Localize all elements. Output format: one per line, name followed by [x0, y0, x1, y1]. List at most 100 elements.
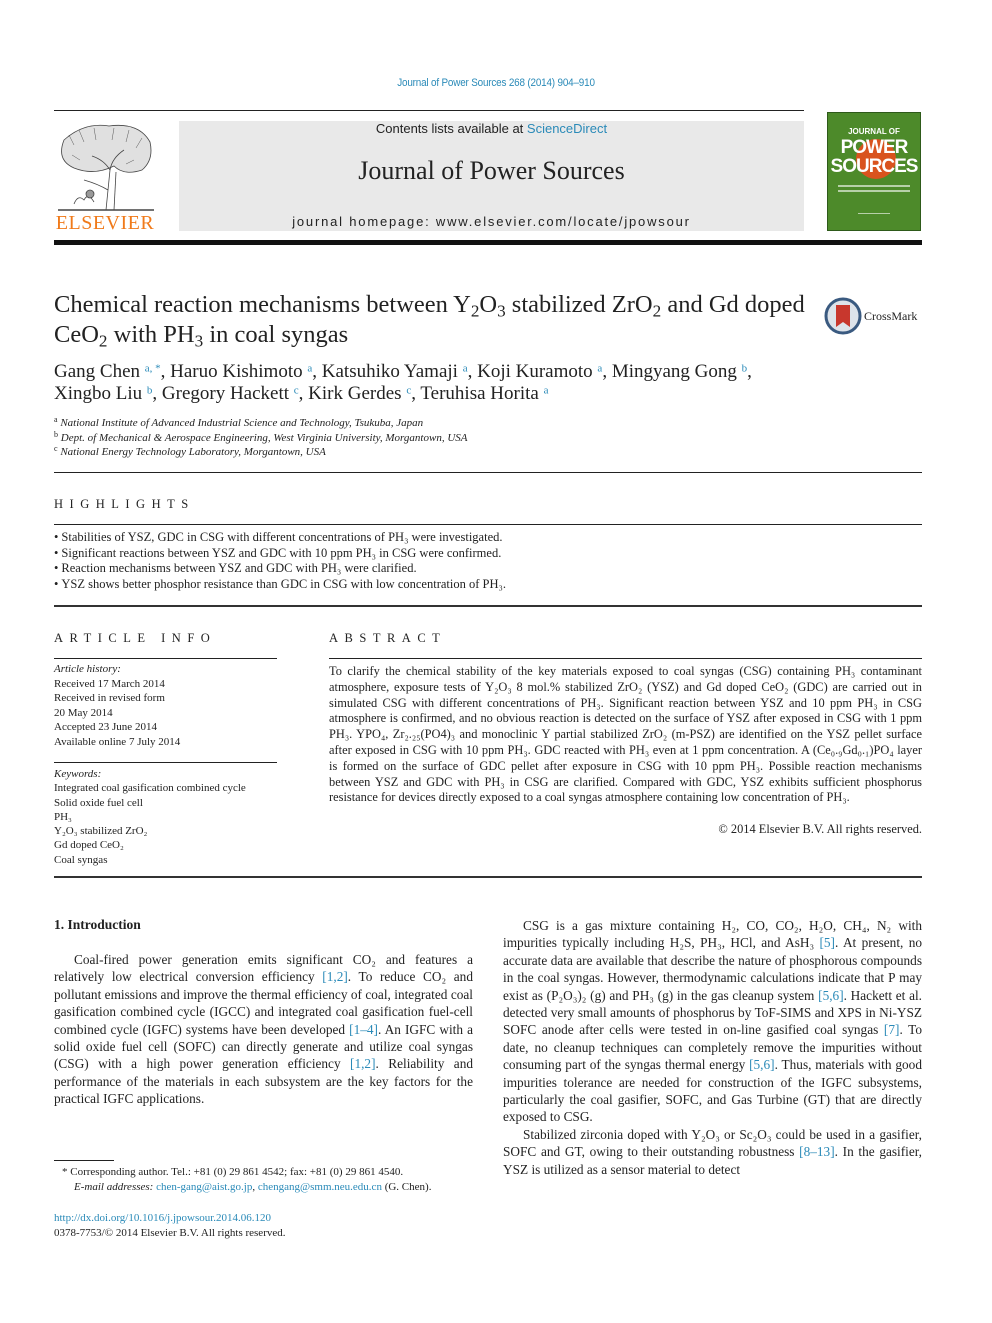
author-affiliation-marker[interactable]: a	[307, 363, 312, 375]
divider	[54, 524, 922, 525]
author-name[interactable]: Teruhisa Horita	[420, 383, 538, 404]
citation-link[interactable]: [5,6]	[749, 1057, 774, 1072]
citation-link[interactable]: [5]	[819, 935, 835, 950]
affiliation-text: National Institute of Advanced Industria…	[57, 417, 424, 429]
author[interactable]: Gang Chen a, *	[54, 361, 161, 382]
affiliation-text: National Energy Technology Laboratory, M…	[57, 446, 326, 458]
title-subscript: 2	[652, 301, 662, 321]
contents-prefix: Contents lists available at	[375, 121, 527, 136]
article-history: Article history: Received 17 March 2014 R…	[54, 662, 279, 749]
author[interactable]: Xingbo Liu b	[54, 383, 152, 404]
history-items: Received 17 March 2014 Received in revise…	[54, 677, 279, 750]
divider	[54, 762, 277, 763]
highlights-heading: HIGHLIGHTS	[54, 497, 195, 511]
author-name[interactable]: Xingbo Liu	[54, 383, 142, 404]
divider	[329, 658, 922, 659]
author-affiliation-marker[interactable]: a	[597, 363, 602, 375]
author-affiliation-marker[interactable]: a, *	[145, 363, 161, 375]
divider	[54, 658, 277, 659]
cover-title-line3: SOURCES	[830, 156, 919, 177]
title-text: Chemical reaction mechanisms between Y	[54, 291, 471, 318]
highlight-item: Reaction mechanisms between YSZ and GDC …	[54, 561, 922, 577]
keyword-item: Solid oxide fuel cell	[54, 796, 143, 809]
keyword-item: Integrated coal gasification combined cy…	[54, 782, 246, 795]
title-text: O	[479, 291, 498, 318]
journal-homepage[interactable]: journal homepage: www.elsevier.com/locat…	[179, 214, 804, 229]
author[interactable]: Katsuhiko Yamaji a	[322, 361, 468, 382]
keyword-items: Integrated coal gasification combined cy…	[54, 781, 279, 867]
citation-link[interactable]: [1,2]	[322, 969, 347, 984]
email-label: E-mail addresses:	[74, 1181, 157, 1193]
corresponding-author-footnote: * Corresponding author. Tel.: +81 (0) 29…	[54, 1165, 494, 1195]
title-subscript: 3	[194, 331, 204, 351]
author-name[interactable]: Katsuhiko Yamaji	[322, 361, 458, 382]
author[interactable]: Mingyang Gong b	[612, 361, 747, 382]
doi-link[interactable]: http://dx.doi.org/10.1016/j.jpowsour.201…	[54, 1211, 494, 1226]
author-name[interactable]: Gang Chen	[54, 361, 140, 382]
affiliation: b Dept. of Mechanical & Aerospace Engine…	[54, 430, 814, 446]
cover-text-line	[838, 190, 910, 192]
footnote-rule	[54, 1160, 114, 1161]
article-info-heading: ARTICLE INFO	[54, 631, 217, 645]
cover-title-line2: POWER	[840, 137, 909, 158]
header-rule	[54, 110, 804, 111]
paragraph: Stabilized zirconia doped with Y₂O₃ or S…	[503, 1126, 922, 1178]
keywords-label: Keywords:	[54, 768, 102, 780]
author-affiliation-marker[interactable]: b	[742, 363, 748, 375]
author-affiliation-marker[interactable]: b	[147, 385, 153, 397]
email-line: E-mail addresses: chen-gang@aist.go.jp, …	[74, 1181, 432, 1193]
affiliation: a National Institute of Advanced Industr…	[54, 416, 814, 431]
cover-text-line	[858, 213, 890, 214]
divider	[54, 605, 922, 607]
journal-cover-image: JOURNAL OF POWER SOURCES	[827, 112, 921, 231]
citation-link[interactable]: [1–4]	[349, 1022, 378, 1037]
highlight-item: Significant reactions between YSZ and GD…	[54, 546, 922, 562]
keyword-item: Gd doped CeO₂	[54, 839, 124, 852]
citation-link[interactable]: [5,6]	[818, 988, 843, 1003]
author-name[interactable]: Mingyang Gong	[612, 361, 737, 382]
keyword-item: Y₂O₃ stabilized ZrO₂	[54, 825, 148, 838]
citation-link[interactable]: [7]	[884, 1022, 900, 1037]
highlight-item: YSZ shows better phosphor resistance tha…	[54, 577, 922, 593]
author-list: Gang Chen a, *, Haruo Kishimoto a, Katsu…	[54, 361, 752, 404]
paragraph: CSG is a gas mixture containing H₂, CO, …	[503, 917, 922, 1126]
cover-title-line1: JOURNAL OF	[848, 127, 900, 136]
corresponding-author-line: * Corresponding author. Tel.: +81 (0) 29…	[62, 1166, 404, 1178]
author-name[interactable]: Haruo Kishimoto	[170, 361, 302, 382]
crossmark-label[interactable]: CrossMark	[864, 309, 917, 324]
author[interactable]: Koji Kuramoto a	[477, 361, 602, 382]
author[interactable]: Gregory Hackett c	[162, 383, 299, 404]
author-affiliation-marker[interactable]: a	[544, 385, 549, 397]
author-affiliation-marker[interactable]: a	[463, 363, 468, 375]
author[interactable]: Teruhisa Horita a	[420, 383, 548, 404]
title-subscript: 3	[497, 301, 506, 321]
author-affiliation-marker[interactable]: c	[406, 385, 411, 397]
author[interactable]: Kirk Gerdes c	[308, 383, 411, 404]
affiliation: c National Energy Technology Laboratory,…	[54, 445, 814, 460]
journal-citation-link[interactable]: Journal of Power Sources 268 (2014) 904–…	[50, 77, 943, 89]
author-name[interactable]: Gregory Hackett	[162, 383, 289, 404]
highlights-list: Stabilities of YSZ, GDC in CSG with diff…	[54, 530, 922, 593]
crossmark-icon	[824, 297, 862, 335]
contents-line: Contents lists available at ScienceDirec…	[179, 121, 804, 136]
email-link[interactable]: chengang@smm.neu.edu.cn	[258, 1181, 382, 1193]
cover-text-line	[838, 185, 910, 187]
article-title: Chemical reaction mechanisms between Y 2 O…	[54, 290, 814, 350]
divider	[54, 876, 922, 878]
history-item: 20 May 2014	[54, 706, 113, 719]
highlight-item: Stabilities of YSZ, GDC in CSG with diff…	[54, 530, 922, 546]
author[interactable]: Haruo Kishimoto a	[170, 361, 312, 382]
paragraph: Coal-fired power generation emits signif…	[54, 951, 473, 1108]
author-name[interactable]: Koji Kuramoto	[477, 361, 593, 382]
author-affiliation-marker[interactable]: c	[294, 385, 299, 397]
sciencedirect-link[interactable]: ScienceDirect	[527, 121, 607, 136]
citation-link[interactable]: [1,2]	[350, 1056, 375, 1071]
body-column-left: Coal-fired power generation emits signif…	[54, 951, 473, 1108]
author-name[interactable]: Kirk Gerdes	[308, 383, 401, 404]
email-link[interactable]: chen-gang@aist.go.jp	[156, 1181, 252, 1193]
section-heading-introduction: 1. Introduction	[54, 917, 141, 932]
abstract-text: To clarify the chemical stability of the…	[329, 664, 922, 805]
keywords: Keywords: Integrated coal gasification c…	[54, 767, 279, 867]
citation-link[interactable]: [8–13]	[799, 1144, 834, 1159]
issn-copyright: 0378-7753/© 2014 Elsevier B.V. All right…	[54, 1227, 286, 1239]
